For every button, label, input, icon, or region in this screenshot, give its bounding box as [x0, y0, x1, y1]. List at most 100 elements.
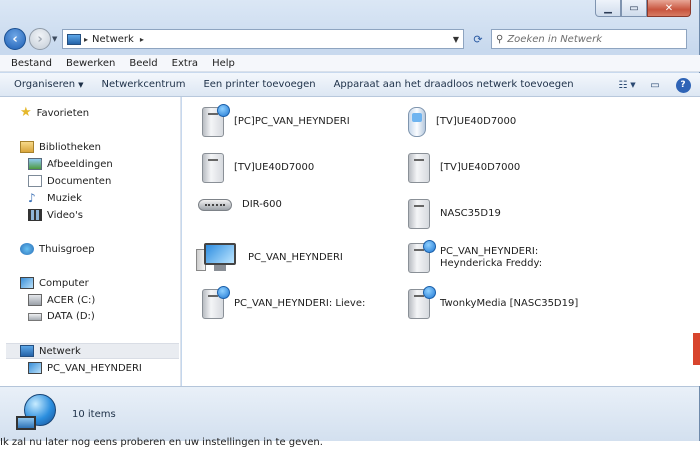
nav-network-pc[interactable]: PC_VAN_HEYNDERI	[28, 362, 142, 374]
navigation-bar: ‹ › ▼ ▸ Netwerk ▸ ▼ ⟳ ⚲ Zoeken in Netwer…	[0, 27, 700, 51]
details-pane: 10 items	[0, 386, 699, 441]
nav-documents[interactable]: Documenten	[28, 175, 111, 187]
menu-file[interactable]: Bestand	[4, 58, 59, 69]
nav-drive-c-label: ACER (C:)	[47, 294, 96, 306]
refresh-button[interactable]: ⟳	[467, 29, 489, 49]
device-item[interactable]: NASC35D19	[408, 199, 501, 229]
nav-favorites-label: Favorieten	[36, 107, 90, 119]
organize-button[interactable]: Organiseren ▼	[5, 79, 93, 90]
device-item[interactable]: [TV]UE40D7000	[408, 153, 520, 183]
nav-network-label: Netwerk	[39, 345, 81, 357]
device-label: NASC35D19	[440, 208, 501, 219]
computer-icon	[196, 243, 238, 273]
view-options-icon[interactable]: ☷ ▼	[616, 75, 638, 95]
nav-drive-d-label: DATA (D:)	[47, 311, 95, 322]
item-count: 10 items	[72, 408, 116, 420]
menu-tools[interactable]: Extra	[165, 58, 205, 69]
media-pc-icon	[202, 286, 230, 319]
menu-bar: Bestand Bewerken Beeld Extra Help	[0, 55, 700, 72]
menu-help[interactable]: Help	[205, 58, 242, 69]
nav-videos-label: Video's	[47, 209, 83, 221]
nav-music[interactable]: ♪ Muziek	[28, 192, 82, 204]
media-pc-icon	[408, 240, 436, 273]
device-item[interactable]: PC_VAN_HEYNDERI	[196, 243, 343, 273]
nav-homegroup-label: Thuisgroep	[39, 243, 95, 255]
library-icon	[20, 141, 34, 153]
network-globe-icon	[16, 394, 58, 434]
content-pane: [PC]PC_VAN_HEYNDERI [TV]UE40D7000 [TV]UE…	[182, 97, 695, 386]
nav-libraries-label: Bibliotheken	[39, 141, 101, 153]
star-icon: ★	[20, 105, 32, 120]
device-item[interactable]: PC_VAN_HEYNDERI: Heyndericka Freddy:	[408, 240, 590, 273]
back-button[interactable]: ‹	[4, 28, 26, 50]
nav-homegroup[interactable]: Thuisgroep	[20, 243, 95, 255]
homegroup-icon	[20, 243, 34, 255]
pictures-icon	[28, 158, 42, 170]
recent-pages-chevron-icon[interactable]: ▼	[52, 35, 57, 43]
breadcrumb-network[interactable]: Netwerk	[92, 34, 134, 45]
nav-network[interactable]: Netwerk	[6, 343, 179, 359]
device-item[interactable]: DIR-600	[198, 199, 282, 211]
view-controls: ☷ ▼ ▭ ?	[616, 73, 700, 97]
network-center-button[interactable]: Netwerkcentrum	[93, 79, 195, 90]
nav-favorites[interactable]: ★ Favorieten	[20, 105, 90, 120]
computer-icon	[28, 362, 42, 374]
add-printer-button[interactable]: Een printer toevoegen	[194, 79, 324, 90]
device-item[interactable]: PC_VAN_HEYNDERI: Lieve:	[202, 286, 366, 319]
device-item[interactable]: [TV]UE40D7000	[408, 107, 516, 137]
add-wireless-device-button[interactable]: Apparaat aan het draadloos netwerk toevo…	[325, 79, 583, 90]
nav-drive-c[interactable]: ACER (C:)	[28, 294, 95, 306]
menu-view[interactable]: Beeld	[122, 58, 164, 69]
minimize-button[interactable]: ▁	[595, 0, 621, 17]
address-bar[interactable]: ▸ Netwerk ▸ ▼	[62, 29, 464, 49]
device-label: [TV]UE40D7000	[234, 162, 315, 173]
background-text: Ik zal nu later nog eens proberen en uw …	[0, 437, 323, 448]
window-controls: ▁ ▭ ✕	[595, 0, 691, 17]
device-label: [PC]PC_VAN_HEYNDERI	[234, 116, 350, 127]
close-button[interactable]: ✕	[647, 0, 691, 17]
device-label: TwonkyMedia [NASC35D19]	[440, 298, 579, 309]
nav-music-label: Muziek	[47, 192, 82, 204]
device-label: PC_VAN_HEYNDERI	[248, 252, 343, 263]
device-item[interactable]: [TV]UE40D7000	[202, 153, 314, 183]
nav-network-pc-label: PC_VAN_HEYNDERI	[47, 362, 142, 374]
router-icon	[198, 199, 232, 211]
nav-documents-label: Documenten	[47, 175, 112, 187]
device-label: PC_VAN_HEYNDERI: Heyndericka Freddy:	[440, 246, 543, 269]
help-icon: ?	[675, 77, 691, 93]
phone-device-icon	[408, 107, 426, 137]
tower-device-icon	[408, 153, 430, 183]
breadcrumb-separator-icon[interactable]: ▸	[84, 35, 88, 44]
windows-drive-icon	[28, 294, 42, 306]
nav-pictures-label: Afbeeldingen	[47, 158, 113, 170]
device-item[interactable]: TwonkyMedia [NASC35D19]	[408, 286, 579, 319]
nav-computer[interactable]: Computer	[20, 277, 89, 289]
device-label: [TV]UE40D7000	[436, 116, 517, 127]
device-item[interactable]: [PC]PC_VAN_HEYNDERI	[202, 104, 350, 137]
device-label: DIR-600	[242, 199, 282, 210]
music-icon: ♪	[28, 191, 36, 205]
maximize-button[interactable]: ▭	[621, 0, 647, 17]
nav-videos[interactable]: Video's	[28, 209, 83, 221]
breadcrumb-separator-icon[interactable]: ▸	[140, 35, 144, 44]
tower-device-icon	[202, 153, 224, 183]
preview-pane-icon[interactable]: ▭	[644, 75, 666, 95]
search-input[interactable]: ⚲ Zoeken in Netwerk	[491, 29, 687, 49]
network-icon	[20, 345, 34, 357]
navigation-pane: ★ Favorieten Bibliotheken Afbeeldingen Do…	[0, 97, 181, 386]
search-icon: ⚲	[496, 33, 504, 45]
network-icon	[67, 33, 81, 45]
help-button[interactable]: ?	[672, 75, 694, 95]
address-dropdown-icon[interactable]: ▼	[453, 35, 459, 44]
search-placeholder: Zoeken in Netwerk	[507, 33, 602, 45]
forward-button[interactable]: ›	[29, 28, 51, 50]
nav-pictures[interactable]: Afbeeldingen	[28, 158, 113, 170]
media-pc-icon	[202, 104, 230, 137]
nav-drive-d[interactable]: DATA (D:)	[28, 311, 95, 322]
menu-edit[interactable]: Bewerken	[59, 58, 122, 69]
tower-device-icon	[408, 199, 430, 229]
nav-libraries[interactable]: Bibliotheken	[20, 141, 101, 153]
chevron-down-icon: ▼	[78, 81, 84, 89]
device-label: PC_VAN_HEYNDERI: Lieve:	[234, 298, 366, 309]
device-label: [TV]UE40D7000	[440, 162, 521, 173]
